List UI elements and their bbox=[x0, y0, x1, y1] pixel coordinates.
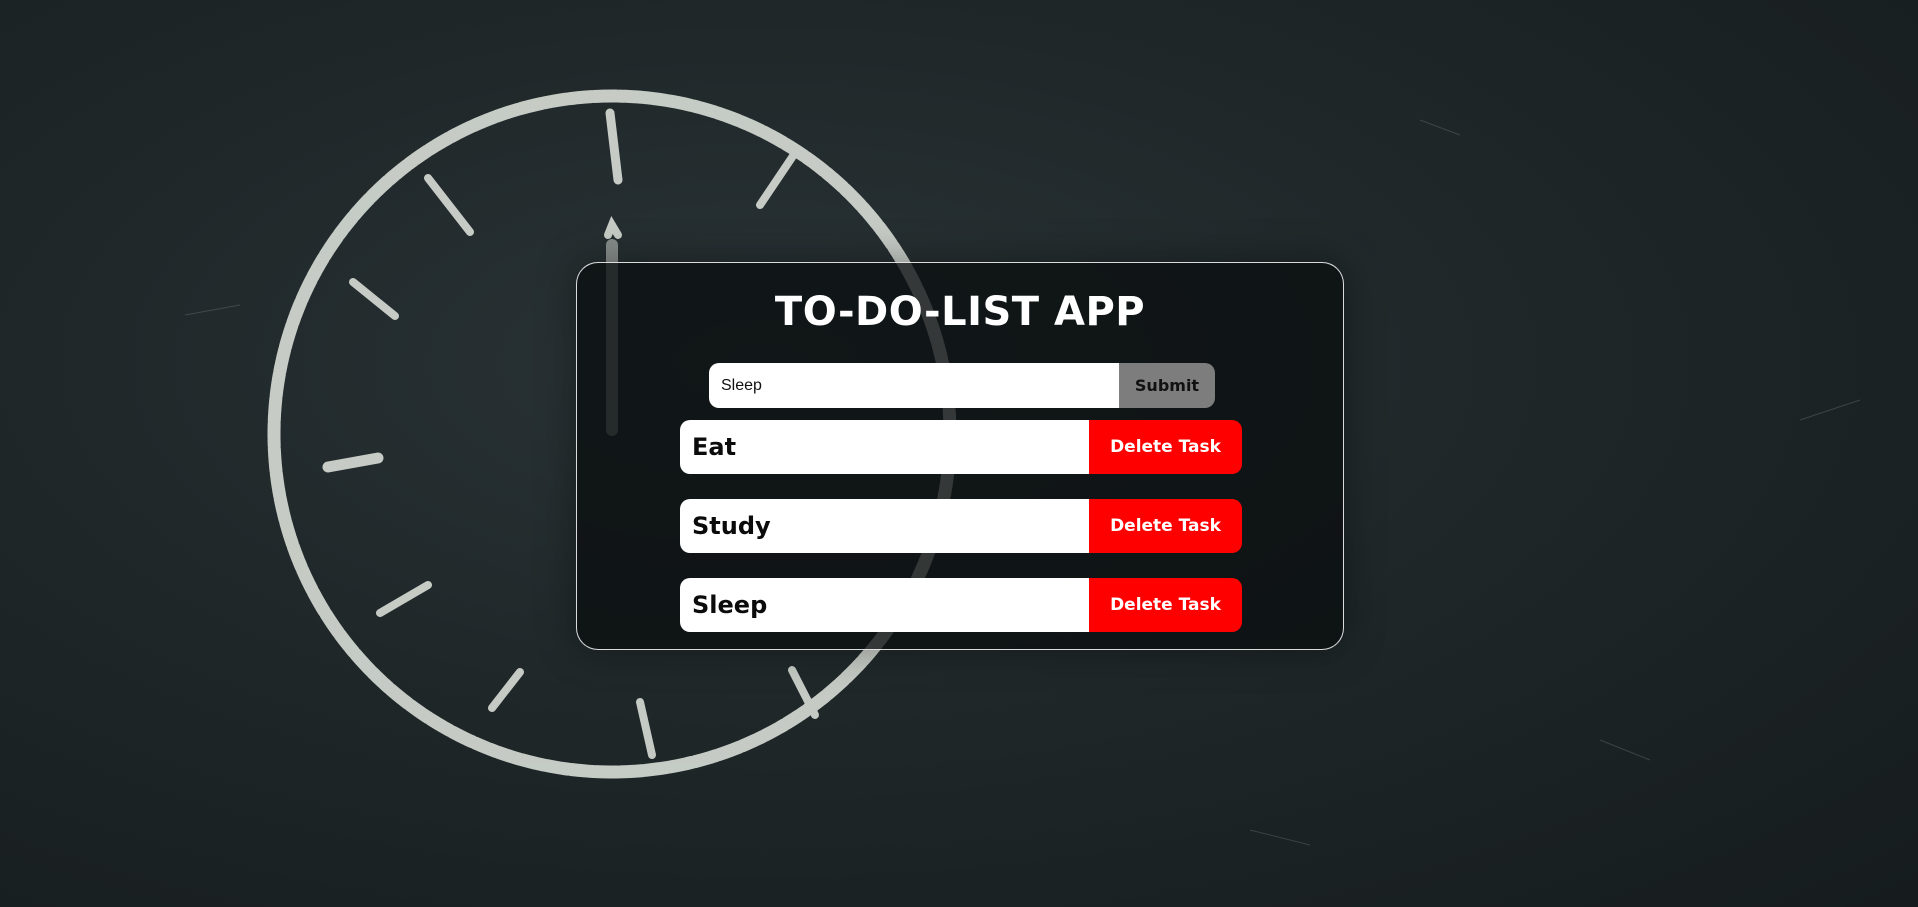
task-input[interactable] bbox=[709, 363, 1119, 408]
todo-card: TO-DO-LIST APP Submit Eat Delete Task St… bbox=[576, 262, 1344, 650]
task-item: Sleep Delete Task bbox=[680, 578, 1242, 632]
task-item: Study Delete Task bbox=[680, 499, 1242, 553]
task-item: Eat Delete Task bbox=[680, 420, 1242, 474]
app-title: TO-DO-LIST APP bbox=[774, 289, 1146, 335]
task-list: Eat Delete Task Study Delete Task Sleep … bbox=[680, 420, 1242, 632]
delete-task-button[interactable]: Delete Task bbox=[1089, 499, 1242, 553]
task-text: Eat bbox=[680, 420, 1089, 474]
task-text: Sleep bbox=[680, 578, 1089, 632]
delete-task-button[interactable]: Delete Task bbox=[1089, 420, 1242, 474]
delete-task-button[interactable]: Delete Task bbox=[1089, 578, 1242, 632]
submit-button[interactable]: Submit bbox=[1119, 363, 1215, 408]
add-task-form: Submit bbox=[709, 363, 1215, 408]
task-text: Study bbox=[680, 499, 1089, 553]
